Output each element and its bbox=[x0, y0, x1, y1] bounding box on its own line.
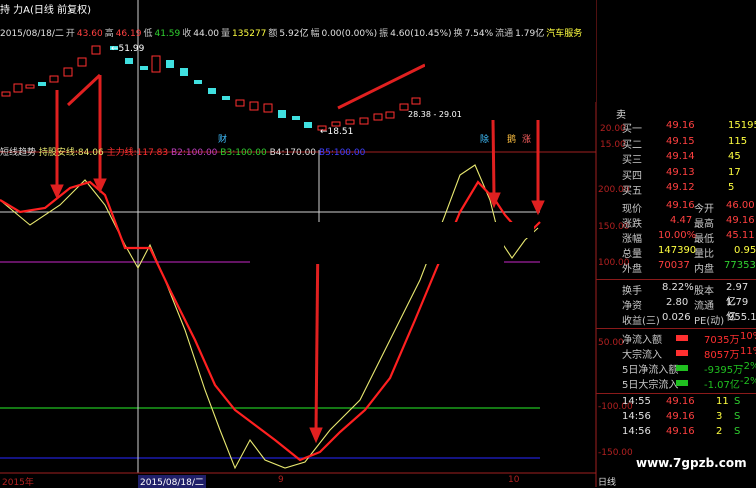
marker-zhang: 涨 bbox=[522, 135, 532, 145]
candle bbox=[385, 111, 395, 119]
occluded-region-top bbox=[425, 0, 596, 102]
quote-top-label: 卖 bbox=[616, 110, 626, 121]
candle bbox=[49, 75, 59, 83]
xaxis-period[interactable]: 日线 bbox=[598, 475, 616, 488]
info-float: 1.79亿 bbox=[515, 29, 545, 39]
marker-cai: 财 bbox=[218, 135, 228, 145]
bid-row-5: 买五 49.12 5 bbox=[622, 182, 735, 197]
tick-row-1: 14:55 49.16 11 S bbox=[622, 396, 741, 407]
candlesticks bbox=[1, 45, 421, 131]
tick-row-3: 14:56 49.16 2 S bbox=[622, 426, 741, 437]
candle bbox=[13, 83, 23, 93]
candle bbox=[25, 84, 35, 89]
bid-row-3: 买三 49.14 45 bbox=[622, 151, 741, 166]
quote-row-chg: 涨跌 4.47 最高 49.16 bbox=[622, 215, 755, 230]
info-low: 41.59 bbox=[154, 29, 181, 39]
candle bbox=[263, 103, 273, 113]
price-right-mark: 28.38 - 29.01 bbox=[408, 110, 462, 119]
watermark: www.7gpzb.com bbox=[636, 456, 747, 470]
info-bar: 2015/08/18/二开 43.60 高 46.19 低 41.59 收 44.00 量 135… bbox=[0, 29, 583, 39]
trend-line-yellow bbox=[0, 164, 539, 470]
candle bbox=[1, 91, 11, 97]
fund-bar bbox=[676, 350, 688, 356]
price-low-mark: ←18.51 bbox=[320, 127, 354, 137]
candle bbox=[77, 57, 87, 67]
candle bbox=[194, 80, 202, 84]
fund-bar bbox=[676, 380, 688, 386]
info-change: 0.00(0.00%) bbox=[321, 29, 378, 39]
candle bbox=[373, 113, 383, 121]
candle bbox=[345, 119, 355, 125]
candle bbox=[91, 45, 101, 55]
candle bbox=[63, 67, 73, 77]
bid-row-2: 买二 49.15 115 bbox=[622, 135, 748, 151]
candle bbox=[125, 58, 133, 64]
info-date: 2015/08/18/二 bbox=[0, 29, 64, 39]
candle bbox=[38, 82, 46, 86]
bid-row-4: 买四 49.13 17 bbox=[622, 166, 741, 182]
indicator-bar: 短线趋势 持股安线:84.06 主力线:117.83 B2:100.00 B3:… bbox=[0, 148, 366, 158]
quote-row-nav: 净资 2.80 流通 1.79亿 bbox=[622, 297, 749, 323]
candle bbox=[359, 117, 369, 125]
info-open: 43.60 bbox=[76, 29, 103, 39]
candle bbox=[292, 116, 300, 120]
info-industry: 汽车服务 bbox=[546, 29, 583, 39]
marker-chu: 除 bbox=[480, 135, 490, 145]
candle bbox=[151, 55, 161, 73]
candle bbox=[411, 97, 421, 105]
quote-row-turn: 换手 8.22% 股本 2.97亿 bbox=[622, 282, 749, 308]
candle bbox=[208, 88, 216, 94]
candle bbox=[222, 96, 230, 100]
fund-bar bbox=[676, 335, 688, 341]
info-close: 44.00 bbox=[193, 29, 220, 39]
info-high: 46.19 bbox=[115, 29, 142, 39]
fund-bar bbox=[676, 365, 688, 371]
xaxis-cursor-date: 2015/08/18/二 bbox=[138, 475, 206, 488]
occluded-region-mid bbox=[250, 222, 504, 264]
candle bbox=[399, 103, 409, 111]
xaxis-month-10: 10 bbox=[508, 475, 520, 485]
tick-row-2: 14:56 49.16 3 S bbox=[622, 411, 741, 422]
axis-label-n150: -150.00 bbox=[598, 448, 633, 458]
quote-row-now: 现价 49.16 今开 46.00 bbox=[622, 200, 755, 215]
candle bbox=[180, 68, 188, 76]
bid-row-1: 买一49.1615195 bbox=[622, 120, 756, 135]
candle bbox=[166, 60, 174, 68]
info-amount: 5.92亿 bbox=[279, 29, 309, 39]
quote-row-eps: 收益(三) 0.026 PE(动) 955.1 bbox=[622, 312, 756, 327]
candle bbox=[304, 122, 312, 128]
candle bbox=[140, 66, 148, 70]
xaxis-month-9: 9 bbox=[278, 475, 284, 485]
candle bbox=[331, 121, 341, 127]
quote-row-vol: 总量 147390 量比 0.95 bbox=[622, 245, 756, 260]
price-high-mark: ←51.99 bbox=[111, 44, 145, 54]
info-amp: 4.60(10.45%) bbox=[390, 29, 452, 39]
quote-row-outin: 外盘 70037 内盘 77353 bbox=[622, 260, 756, 275]
candle bbox=[235, 99, 245, 107]
marker-e: 鹅 bbox=[507, 135, 517, 145]
window-title: 持 力A(日线 前复权) bbox=[0, 5, 92, 16]
info-turnover: 7.54% bbox=[464, 29, 494, 39]
candle bbox=[249, 101, 259, 111]
candle bbox=[278, 110, 286, 118]
info-vol: 135277 bbox=[232, 29, 267, 39]
quote-row-pct: 涨幅 10.00% 最低 45.11 bbox=[622, 230, 755, 245]
occluded-region-mid2 bbox=[504, 222, 534, 238]
xaxis-year: 2015年 bbox=[2, 478, 34, 488]
